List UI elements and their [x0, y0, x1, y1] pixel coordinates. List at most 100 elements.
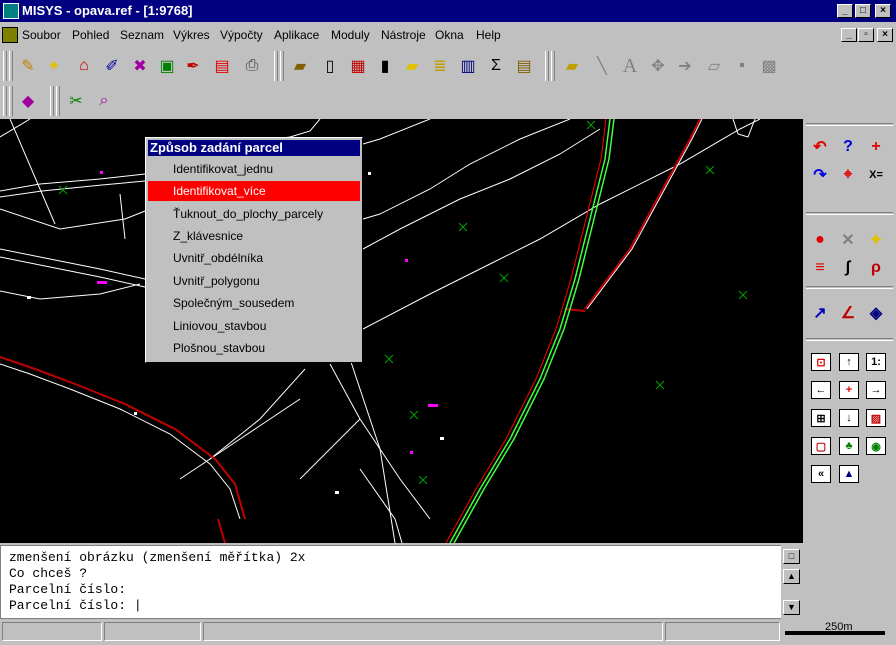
- status-panel: [665, 622, 780, 641]
- help-icon[interactable]: ?: [837, 136, 859, 158]
- popup-item-tap-area[interactable]: Ťuknout_do_plochy_parcely: [148, 204, 360, 224]
- close-button[interactable]: ×: [875, 4, 891, 18]
- up-triangle-icon[interactable]: ▲: [839, 465, 859, 483]
- scroll-down-button[interactable]: ▼: [783, 600, 800, 615]
- scroll-up-button[interactable]: ▲: [783, 569, 800, 584]
- menu-aplikace[interactable]: Aplikace: [274, 28, 319, 42]
- erase-icon[interactable]: ▱: [702, 54, 726, 78]
- move-icon[interactable]: ➔: [673, 54, 697, 78]
- pan-up-icon[interactable]: ↑: [839, 353, 859, 371]
- undo-icon[interactable]: ↶: [809, 136, 831, 158]
- layers-icon[interactable]: ▤: [210, 54, 234, 78]
- report-icon[interactable]: ▤: [512, 54, 536, 78]
- point-icon[interactable]: ✥: [646, 54, 670, 78]
- sigma-icon[interactable]: Σ: [484, 54, 508, 78]
- app-icon[interactable]: [3, 3, 19, 19]
- view-settings-icon[interactable]: ▨: [866, 409, 886, 427]
- pan-right-icon[interactable]: →: [866, 381, 886, 399]
- flashlight-icon[interactable]: ✦: [42, 54, 66, 78]
- print-icon[interactable]: ⎙: [240, 54, 264, 78]
- menu-nastroje[interactable]: Nástroje: [381, 28, 426, 42]
- popup-item-area-structure[interactable]: Plošnou_stavbou: [148, 338, 360, 358]
- popup-item-line-structure[interactable]: Liniovou_stavbou: [148, 316, 360, 336]
- popup-item-polygon[interactable]: Uvnitř_polygonu: [148, 271, 360, 291]
- polyline-icon[interactable]: ∫: [837, 257, 859, 279]
- doc-minimize-button[interactable]: _: [841, 28, 857, 42]
- menu-soubor[interactable]: Soubor: [22, 28, 61, 42]
- measure-icon[interactable]: ↗: [809, 302, 831, 324]
- redo-icon[interactable]: ↷: [809, 164, 831, 186]
- toolbar-grip: [9, 86, 13, 116]
- open-folder-icon[interactable]: ▰: [560, 54, 584, 78]
- pan-down-icon[interactable]: ↓: [839, 409, 859, 427]
- menu-vypocty[interactable]: Výpočty: [220, 28, 263, 42]
- previous-view-icon[interactable]: ▢: [811, 437, 831, 455]
- snap-icon[interactable]: ⌖: [837, 164, 859, 186]
- text-icon[interactable]: A: [618, 54, 642, 78]
- point-list-icon[interactable]: ≡: [809, 257, 831, 279]
- layer-icon[interactable]: ▩: [757, 54, 781, 78]
- popup-item-identify-one[interactable]: Identifikovat_jednu: [148, 159, 360, 179]
- doc-icon[interactable]: ▯: [318, 54, 342, 78]
- area-icon[interactable]: ◈: [865, 302, 887, 324]
- deselect-point-icon[interactable]: ✕: [837, 229, 859, 251]
- popup-item-neighbour[interactable]: Společným_sousedem: [148, 293, 360, 313]
- zoom-search-icon[interactable]: ⌕: [92, 89, 116, 113]
- center-icon[interactable]: +: [839, 381, 859, 399]
- popup-item-rectangle[interactable]: Uvnitř_obdélníka: [148, 248, 360, 268]
- angle-icon[interactable]: ∠: [837, 302, 859, 324]
- edit-map-icon[interactable]: ✐: [100, 54, 124, 78]
- toolbar-separator: [50, 86, 54, 116]
- map-drawing: [0, 119, 761, 543]
- building-icon[interactable]: ▦: [346, 54, 370, 78]
- doc-close-button[interactable]: ×: [877, 28, 893, 42]
- doc-restore-button[interactable]: ▫: [858, 28, 874, 42]
- book-icon[interactable]: ▥: [456, 54, 480, 78]
- popup-title: Způsob zadání parcel: [148, 140, 360, 156]
- crosshair-icon[interactable]: +: [865, 136, 887, 158]
- lasso-icon[interactable]: ρ: [865, 257, 887, 279]
- document-icon[interactable]: [2, 27, 18, 43]
- zoom-tools-icon[interactable]: ✂: [64, 89, 88, 113]
- cross-icon[interactable]: ✖: [128, 54, 152, 78]
- scroll-icon[interactable]: ≣: [428, 54, 452, 78]
- menu-pohled[interactable]: Pohled: [72, 28, 109, 42]
- doc2-icon[interactable]: ▮: [373, 54, 397, 78]
- layer-select-icon[interactable]: ◆: [16, 89, 40, 113]
- globe-view-icon[interactable]: ◉: [866, 437, 886, 455]
- select-point-icon[interactable]: ●: [809, 229, 831, 251]
- flashlight-tool-icon[interactable]: ✦: [865, 229, 887, 251]
- menu-bar: Soubor Pohled Seznam Výkres Výpočty Apli…: [0, 22, 896, 48]
- menu-help[interactable]: Help: [476, 28, 501, 42]
- open-icon[interactable]: ▰: [288, 54, 312, 78]
- line-icon[interactable]: ╲: [590, 54, 614, 78]
- pen-icon[interactable]: ✒: [181, 54, 205, 78]
- new-doc-icon[interactable]: ✎: [16, 54, 40, 78]
- parcel-icon[interactable]: ▣: [155, 54, 179, 78]
- status-bar: 250m: [0, 619, 896, 645]
- command-window[interactable]: zmenšení obrázku (zmenšení měřítka) 2x C…: [0, 545, 803, 619]
- menu-seznam[interactable]: Seznam: [120, 28, 164, 42]
- popup-item-keyboard[interactable]: Z_klávesnice: [148, 226, 360, 246]
- zoom-window-icon[interactable]: ⊡: [811, 353, 831, 371]
- folder-icon[interactable]: ▰: [400, 54, 424, 78]
- maximize-button[interactable]: □: [855, 4, 871, 18]
- zoom-out-icon[interactable]: ⊞: [811, 409, 831, 427]
- toolbar-grip: [3, 86, 7, 116]
- command-input[interactable]: Parcelní číslo: |: [9, 598, 142, 613]
- menu-vykres[interactable]: Výkres: [173, 28, 210, 42]
- popup-item-identify-many[interactable]: Identifikovat_více: [148, 181, 360, 201]
- restore-icon[interactable]: □: [783, 549, 800, 564]
- command-scrollbar[interactable]: □ ▲ ▼: [781, 545, 803, 619]
- menu-okna[interactable]: Okna: [435, 28, 464, 42]
- map-canvas[interactable]: [0, 119, 803, 543]
- rewind-icon[interactable]: «: [811, 465, 831, 483]
- pan-left-icon[interactable]: ←: [811, 381, 831, 399]
- menu-moduly[interactable]: Moduly: [331, 28, 370, 42]
- house-icon[interactable]: ⌂: [72, 54, 96, 78]
- save-icon[interactable]: ▪: [730, 54, 754, 78]
- coordinates-icon[interactable]: X=: [865, 164, 887, 186]
- minimize-button[interactable]: _: [837, 4, 853, 18]
- tree-view-icon[interactable]: ♣: [839, 437, 859, 455]
- scale-icon[interactable]: 1:: [866, 353, 886, 371]
